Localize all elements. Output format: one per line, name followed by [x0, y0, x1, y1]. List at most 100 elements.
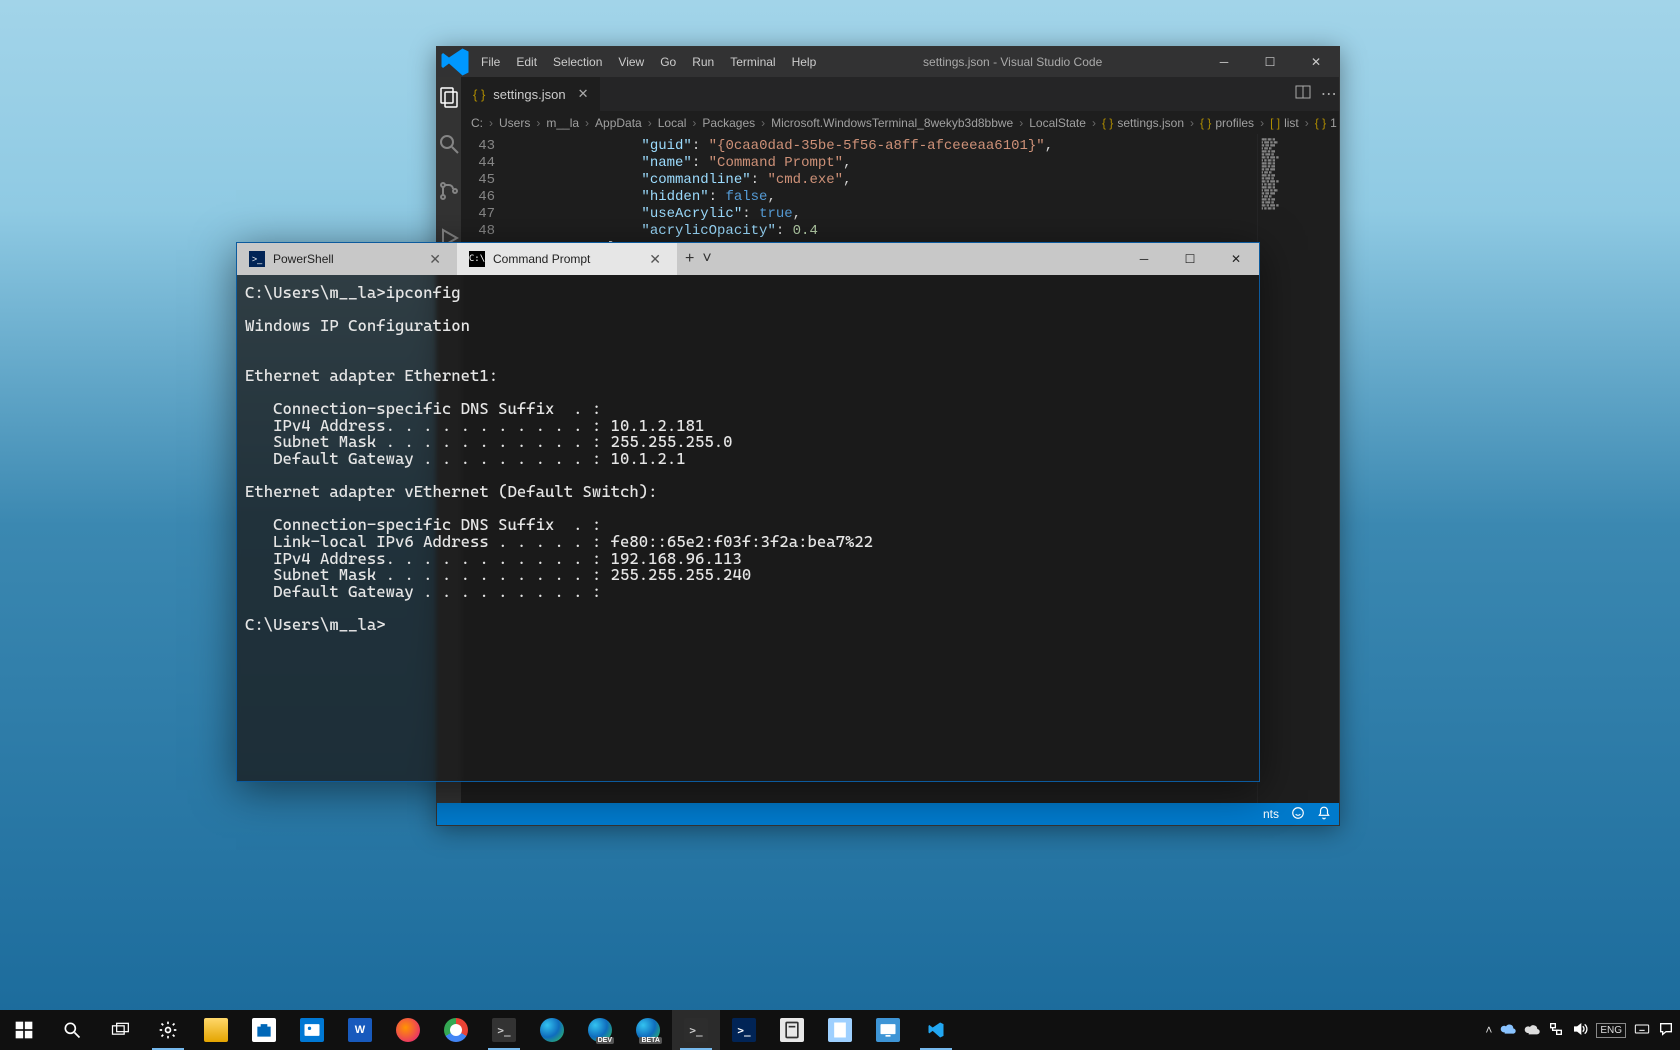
- taskbar-app-word[interactable]: W: [336, 1010, 384, 1050]
- taskbar-app-remote-desktop[interactable]: [864, 1010, 912, 1050]
- status-text[interactable]: nts: [1263, 807, 1279, 821]
- menu-go[interactable]: Go: [652, 55, 684, 69]
- taskbar-app-calculator[interactable]: [768, 1010, 816, 1050]
- firefox-icon: [396, 1018, 420, 1042]
- taskbar-app-notepad[interactable]: [816, 1010, 864, 1050]
- input-language-icon[interactable]: ENG: [1596, 1023, 1626, 1038]
- breadcrumb-seg[interactable]: Packages: [702, 116, 755, 130]
- terminal-new-tab: + ˅: [677, 243, 720, 275]
- taskbar-app-edge-beta[interactable]: BETA: [624, 1010, 672, 1050]
- breadcrumb-seg[interactable]: Users: [499, 116, 530, 130]
- tray-overflow-icon[interactable]: ˄: [1485, 1023, 1492, 1037]
- tab-close-icon[interactable]: ✕: [425, 251, 445, 268]
- chevron-right-icon: ›: [1258, 116, 1266, 130]
- cmd-icon: >_: [492, 1018, 516, 1042]
- terminal-close-button[interactable]: ✕: [1213, 243, 1259, 275]
- menu-file[interactable]: File: [473, 55, 508, 69]
- taskbar-app-photos[interactable]: [288, 1010, 336, 1050]
- breadcrumb-seg[interactable]: C:: [471, 116, 483, 130]
- taskbar-app-powershell[interactable]: >_: [720, 1010, 768, 1050]
- breadcrumb-seg[interactable]: list: [1284, 116, 1299, 130]
- vscode-maximize-button[interactable]: ☐: [1247, 47, 1293, 77]
- breadcrumb-seg[interactable]: Local: [658, 116, 687, 130]
- terminal-minimize-button[interactable]: ─: [1121, 243, 1167, 275]
- menu-terminal[interactable]: Terminal: [722, 55, 783, 69]
- breadcrumb-seg[interactable]: 1: [1330, 116, 1337, 130]
- search-icon[interactable]: [437, 132, 461, 161]
- tab-close-icon[interactable]: ✕: [578, 86, 589, 102]
- action-center-icon[interactable]: [1658, 1021, 1674, 1040]
- task-view-button[interactable]: [96, 1010, 144, 1050]
- weather-cloud-icon[interactable]: [1524, 1021, 1540, 1040]
- cmd-icon: C:\: [469, 251, 485, 267]
- taskbar-app-windows-terminal[interactable]: >_: [672, 1010, 720, 1050]
- vscode-status-bar[interactable]: nts: [437, 803, 1339, 825]
- calculator-icon: [780, 1018, 804, 1042]
- chevron-right-icon: ›: [646, 116, 654, 130]
- vscode-logo-icon: [437, 44, 473, 80]
- tab-settings-json[interactable]: { } settings.json ✕: [461, 77, 601, 111]
- breadcrumb-seg[interactable]: profiles: [1215, 116, 1254, 130]
- edge-dev-icon: DEV: [588, 1018, 612, 1042]
- chevron-right-icon: ›: [1090, 116, 1098, 130]
- taskbar-tray[interactable]: ˄ ENG: [1479, 1021, 1680, 1040]
- vscode-menu: File Edit Selection View Go Run Terminal…: [473, 55, 824, 69]
- start-button[interactable]: [0, 1010, 48, 1050]
- windows-terminal-window: >_ PowerShell ✕ C:\ Command Prompt ✕ + ˅…: [236, 242, 1260, 782]
- taskbar-app-firefox[interactable]: [384, 1010, 432, 1050]
- source-control-icon[interactable]: [437, 179, 461, 208]
- explorer-icon[interactable]: [437, 85, 461, 114]
- taskbar-app-chrome[interactable]: [432, 1010, 480, 1050]
- taskbar-app-cmd[interactable]: >_: [480, 1010, 528, 1050]
- vscode-titlebar[interactable]: File Edit Selection View Go Run Terminal…: [437, 47, 1339, 77]
- vscode-breadcrumb[interactable]: C:› Users› m__la› AppData› Local› Packag…: [461, 112, 1339, 134]
- bell-icon[interactable]: [1317, 806, 1331, 823]
- taskbar-app-file-explorer[interactable]: [192, 1010, 240, 1050]
- json-object-icon: { }: [1315, 116, 1326, 130]
- taskbar-app-microsoft-store[interactable]: [240, 1010, 288, 1050]
- chevron-right-icon: ›: [690, 116, 698, 130]
- taskbar-search-button[interactable]: [48, 1010, 96, 1050]
- feedback-icon[interactable]: [1291, 806, 1305, 823]
- breadcrumb-seg[interactable]: AppData: [595, 116, 642, 130]
- taskbar-app-edge[interactable]: [528, 1010, 576, 1050]
- menu-help[interactable]: Help: [784, 55, 825, 69]
- powershell-icon: >_: [732, 1018, 756, 1042]
- menu-edit[interactable]: Edit: [508, 55, 545, 69]
- terminal-tab-cmd[interactable]: C:\ Command Prompt ✕: [457, 243, 677, 275]
- breadcrumb-seg[interactable]: LocalState: [1029, 116, 1086, 130]
- terminal-maximize-button[interactable]: ☐: [1167, 243, 1213, 275]
- menu-selection[interactable]: Selection: [545, 55, 610, 69]
- breadcrumb-seg[interactable]: settings.json: [1117, 116, 1184, 130]
- touch-keyboard-icon[interactable]: [1634, 1021, 1650, 1040]
- vscode-window-controls: ─ ☐ ✕: [1201, 47, 1339, 77]
- breadcrumb-seg[interactable]: Microsoft.WindowsTerminal_8wekyb3d8bbwe: [771, 116, 1013, 130]
- terminal-tab-powershell[interactable]: >_ PowerShell ✕: [237, 243, 457, 275]
- split-editor-icon[interactable]: [1295, 84, 1311, 105]
- menu-run[interactable]: Run: [684, 55, 722, 69]
- breadcrumb-seg[interactable]: m__la: [546, 116, 579, 130]
- taskbar-app-edge-dev[interactable]: DEV: [576, 1010, 624, 1050]
- terminal-tab-bar[interactable]: >_ PowerShell ✕ C:\ Command Prompt ✕ + ˅…: [237, 243, 1259, 275]
- windows-taskbar[interactable]: W >_ DEV BETA >_ >_: [0, 1010, 1680, 1050]
- taskbar-app-vscode[interactable]: [912, 1010, 960, 1050]
- tab-filename: settings.json: [493, 87, 565, 102]
- notepad-icon: [828, 1018, 852, 1042]
- editor-minimap[interactable]: ████ ███ ██ █ ████ ██ ███ ██ ███ ████ █ …: [1257, 134, 1339, 803]
- new-tab-dropdown-icon[interactable]: ˅: [702, 250, 711, 268]
- chevron-right-icon: ›: [1017, 116, 1025, 130]
- new-tab-button[interactable]: +: [685, 250, 694, 268]
- network-icon[interactable]: [1548, 1021, 1564, 1040]
- onedrive-icon[interactable]: [1500, 1021, 1516, 1040]
- folder-icon: [204, 1018, 228, 1042]
- tab-close-icon[interactable]: ✕: [645, 251, 665, 268]
- vscode-close-button[interactable]: ✕: [1293, 47, 1339, 77]
- taskbar-app-settings[interactable]: [144, 1010, 192, 1050]
- terminal-output[interactable]: C:\Users\m__la>ipconfig Windows IP Confi…: [237, 275, 1259, 781]
- vscode-minimize-button[interactable]: ─: [1201, 47, 1247, 77]
- menu-view[interactable]: View: [610, 55, 652, 69]
- terminal-window-controls: ─ ☐ ✕: [1121, 243, 1259, 275]
- more-actions-icon[interactable]: ⋯: [1321, 84, 1337, 104]
- volume-icon[interactable]: [1572, 1021, 1588, 1040]
- chevron-right-icon: ›: [583, 116, 591, 130]
